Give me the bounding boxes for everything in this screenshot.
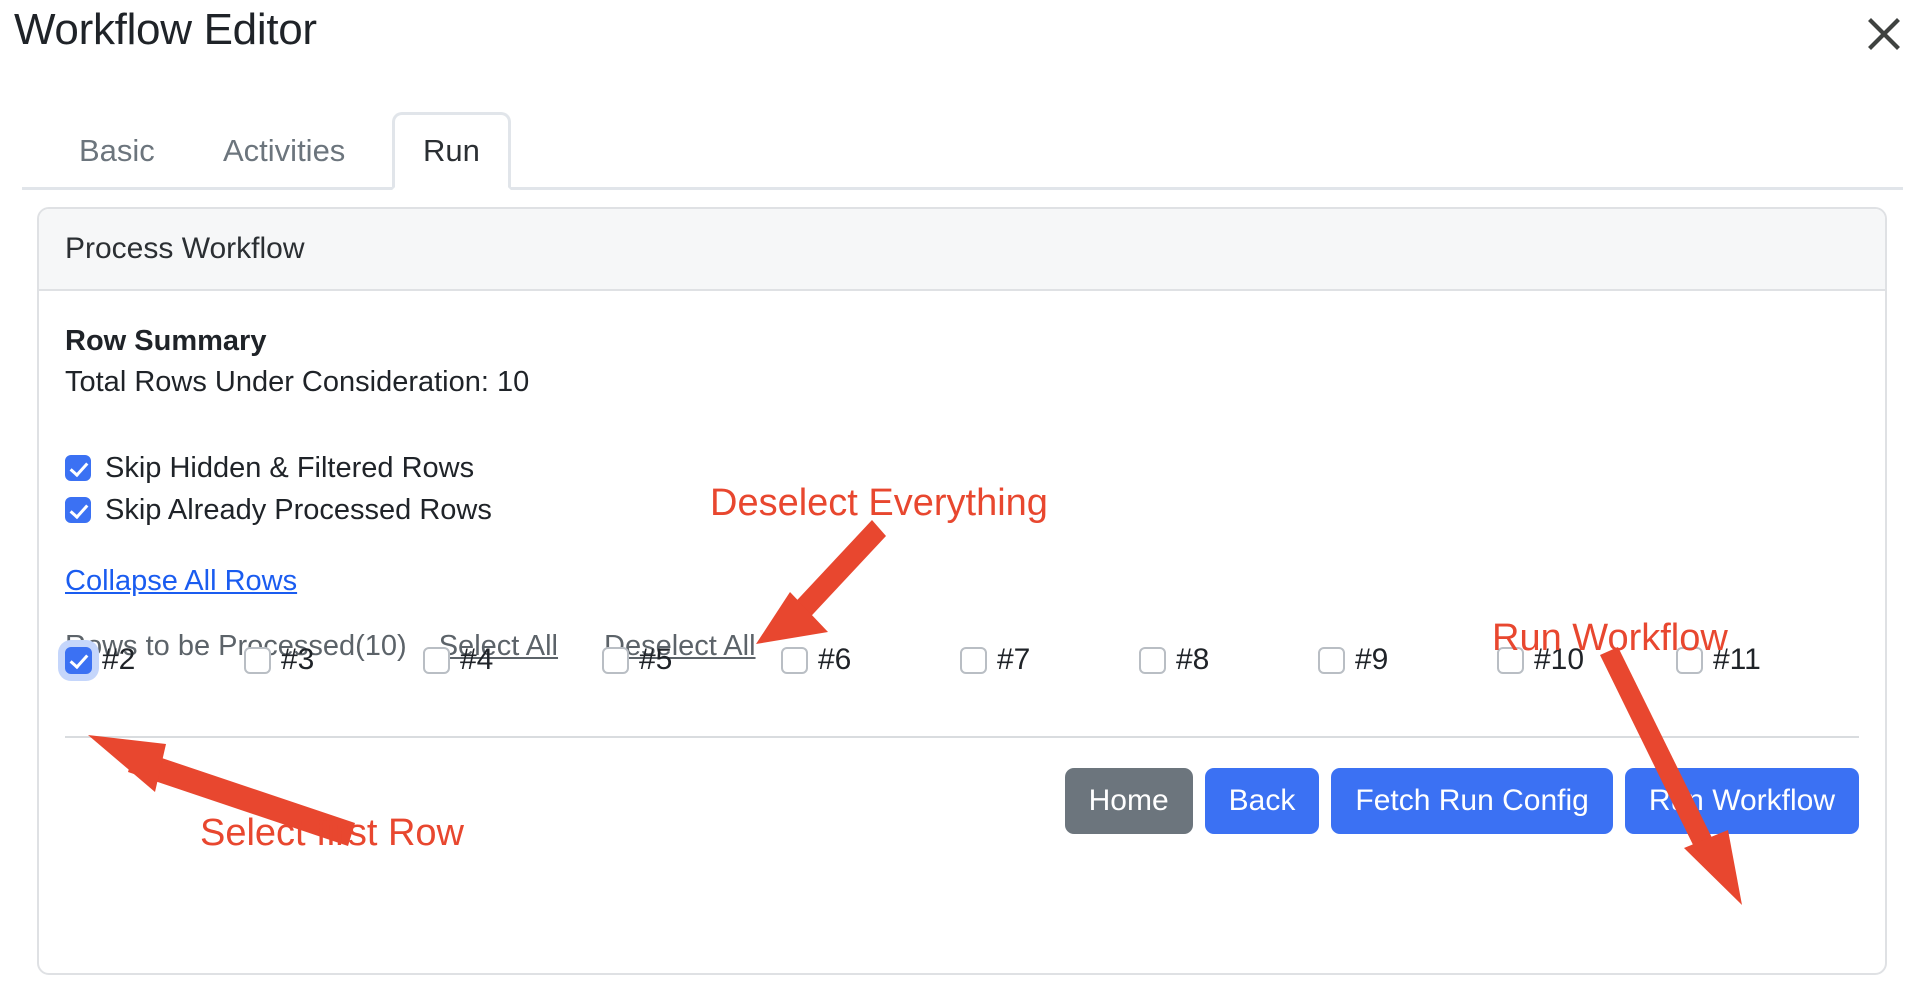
row-checkbox-8[interactable] xyxy=(1139,646,1166,674)
row-checkbox-9[interactable] xyxy=(1318,646,1345,674)
collapse-all-rows-link[interactable]: Collapse All Rows xyxy=(65,565,297,598)
row-checkbox-cell[interactable]: #7 xyxy=(960,643,1139,677)
back-button[interactable]: Back xyxy=(1204,768,1320,834)
row-checkbox-label: #5 xyxy=(639,643,673,676)
card-header-title: Process Workflow xyxy=(39,209,1885,291)
row-checkbox-label: #4 xyxy=(460,643,494,676)
row-checkbox-cell[interactable]: #9 xyxy=(1318,643,1497,677)
row-checkbox-label: #3 xyxy=(281,643,315,676)
process-workflow-card: Process Workflow Row Summary Total Rows … xyxy=(37,207,1887,975)
row-checkbox-label: #6 xyxy=(818,643,852,676)
row-summary-total: Total Rows Under Consideration: 10 xyxy=(65,366,530,398)
row-checkbox-2[interactable] xyxy=(65,646,92,674)
skip-already-processed-label: Skip Already Processed Rows xyxy=(105,493,492,526)
row-checkbox-label: #10 xyxy=(1534,643,1585,676)
row-checkbox-cell[interactable]: #4 xyxy=(423,643,602,677)
skip-options-list: Skip Hidden & Filtered Rows Skip Already… xyxy=(65,447,1859,531)
footer-actions: Home Back Fetch Run Config Run Workflow xyxy=(1064,768,1859,834)
row-checkbox-cell[interactable]: #11 xyxy=(1676,643,1855,677)
row-checkbox-label: #11 xyxy=(1713,643,1761,676)
row-checkbox-cell[interactable]: #6 xyxy=(781,643,960,677)
row-checkbox-5[interactable] xyxy=(602,646,629,674)
page-title: Workflow Editor xyxy=(14,5,317,54)
row-checkbox-cell[interactable]: #5 xyxy=(602,643,781,677)
row-checkbox-cell[interactable]: #8 xyxy=(1139,643,1318,677)
row-checkbox-10[interactable] xyxy=(1497,646,1524,674)
row-checkbox-3[interactable] xyxy=(244,646,271,674)
tab-activities[interactable]: Activities xyxy=(192,112,376,190)
tab-basic[interactable]: Basic xyxy=(48,112,186,190)
row-checkbox-6[interactable] xyxy=(781,646,808,674)
skip-hidden-filtered-option[interactable]: Skip Hidden & Filtered Rows xyxy=(65,447,1859,489)
row-checkbox-label: #9 xyxy=(1355,643,1389,676)
run-workflow-button[interactable]: Run Workflow xyxy=(1624,768,1859,834)
row-checkbox-label: #8 xyxy=(1176,643,1210,676)
fetch-run-config-button[interactable]: Fetch Run Config xyxy=(1331,768,1613,834)
row-checkbox-11[interactable] xyxy=(1676,646,1703,674)
tab-run[interactable]: Run xyxy=(392,112,511,190)
skip-already-processed-checkbox[interactable] xyxy=(65,497,91,523)
row-checkbox-4[interactable] xyxy=(423,646,450,674)
row-checkbox-cell[interactable]: #10 xyxy=(1497,643,1676,677)
skip-already-processed-option[interactable]: Skip Already Processed Rows xyxy=(65,489,1859,531)
row-checkbox-cell[interactable]: #2 xyxy=(65,643,244,677)
skip-hidden-filtered-label: Skip Hidden & Filtered Rows xyxy=(105,451,475,484)
row-checkbox-label: #7 xyxy=(997,643,1031,676)
row-checkbox-cell[interactable]: #3 xyxy=(244,643,423,677)
tab-bar: Basic Activities Run xyxy=(22,112,1903,190)
row-checkbox-grid: #2 #3 #4 #5 #6 #7 #8 #9 #10 #11 xyxy=(65,643,1855,677)
row-checkbox-label: #2 xyxy=(102,643,136,676)
workflow-editor-dialog: Workflow Editor Basic Activities Run Pro… xyxy=(0,0,1928,990)
card-body: Row Summary Total Rows Under Considerati… xyxy=(39,291,1885,973)
skip-hidden-filtered-checkbox[interactable] xyxy=(65,455,91,481)
row-summary-title: Row Summary xyxy=(65,325,267,357)
row-checkbox-7[interactable] xyxy=(960,646,987,674)
footer-divider xyxy=(65,736,1859,738)
home-button[interactable]: Home xyxy=(1064,768,1193,834)
close-icon[interactable] xyxy=(1858,8,1910,60)
